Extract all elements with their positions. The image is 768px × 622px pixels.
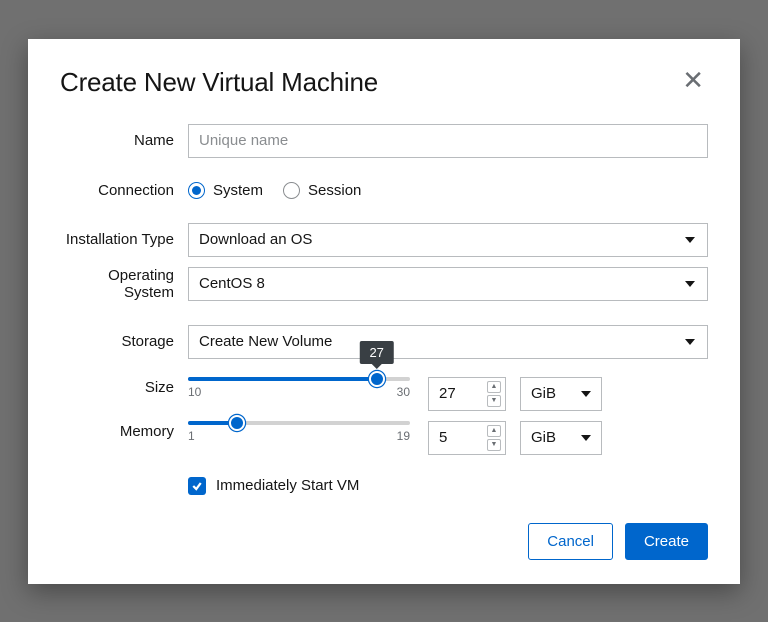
row-connection: Connection System Session <box>60 182 708 199</box>
storage-select[interactable]: Create New Volume <box>188 325 708 359</box>
os-select[interactable]: CentOS 8 <box>188 267 708 301</box>
label-memory: Memory <box>60 421 188 440</box>
chevron-down-icon <box>685 237 695 243</box>
install-type-select[interactable]: Download an OS <box>188 223 708 257</box>
memory-input-value: 5 <box>439 429 447 446</box>
row-memory: Memory 1 19 5 <box>60 421 708 455</box>
memory-slider[interactable]: 1 19 <box>188 421 410 443</box>
size-tooltip: 27 <box>359 341 393 364</box>
row-install-type: Installation Type Download an OS <box>60 223 708 257</box>
memory-unit-select[interactable]: GiB <box>520 421 602 455</box>
radio-dot-icon <box>283 182 300 199</box>
modal-footer: Cancel Create <box>60 523 708 560</box>
memory-unit-value: GiB <box>531 429 556 446</box>
slider-thumb[interactable] <box>369 371 385 387</box>
form: Name Connection System <box>60 124 708 560</box>
spin-down-icon[interactable]: ▼ <box>487 439 501 451</box>
os-value: CentOS 8 <box>199 275 265 292</box>
memory-input[interactable]: 5 ▲ ▼ <box>428 421 506 455</box>
chevron-down-icon <box>685 339 695 345</box>
radio-system-label: System <box>213 182 263 199</box>
size-unit-select[interactable]: GiB <box>520 377 602 411</box>
spin-down-icon[interactable]: ▼ <box>487 395 501 407</box>
row-size: Size 27 10 30 <box>60 377 708 411</box>
chevron-down-icon <box>685 281 695 287</box>
slider-thumb[interactable] <box>229 415 245 431</box>
immediately-start-checkbox[interactable] <box>188 477 206 495</box>
memory-min: 1 <box>188 429 195 443</box>
row-immediately-start: Immediately Start VM <box>188 477 708 495</box>
close-icon[interactable]: ✕ <box>678 65 708 95</box>
check-icon <box>191 480 203 492</box>
size-unit-value: GiB <box>531 385 556 402</box>
radio-dot-icon <box>188 182 205 199</box>
size-max: 30 <box>397 385 410 399</box>
label-size: Size <box>60 377 188 396</box>
label-os: Operating System <box>60 267 188 301</box>
spin-up-icon[interactable]: ▲ <box>487 381 501 393</box>
cancel-button[interactable]: Cancel <box>528 523 613 560</box>
spin-up-icon[interactable]: ▲ <box>487 425 501 437</box>
radio-session[interactable]: Session <box>283 182 361 199</box>
slider-fill <box>188 377 377 381</box>
memory-max: 19 <box>397 429 410 443</box>
label-connection: Connection <box>60 182 188 199</box>
size-input-value: 27 <box>439 385 456 402</box>
row-name: Name <box>60 124 708 158</box>
name-input[interactable] <box>188 124 708 158</box>
modal-header: Create New Virtual Machine ✕ <box>60 67 708 98</box>
chevron-down-icon <box>581 435 591 441</box>
row-os: Operating System CentOS 8 <box>60 267 708 301</box>
create-vm-modal: Create New Virtual Machine ✕ Name Connec… <box>28 39 740 584</box>
radio-session-label: Session <box>308 182 361 199</box>
size-min: 10 <box>188 385 201 399</box>
storage-value: Create New Volume <box>199 333 332 350</box>
label-storage: Storage <box>60 333 188 350</box>
label-install-type: Installation Type <box>60 231 188 248</box>
size-input[interactable]: 27 ▲ ▼ <box>428 377 506 411</box>
size-slider[interactable]: 27 10 30 <box>188 377 410 399</box>
radio-system[interactable]: System <box>188 182 263 199</box>
modal-overlay: Create New Virtual Machine ✕ Name Connec… <box>0 0 768 622</box>
label-name: Name <box>60 132 188 149</box>
create-button[interactable]: Create <box>625 523 708 560</box>
immediately-start-label: Immediately Start VM <box>216 477 359 494</box>
install-type-value: Download an OS <box>199 231 312 248</box>
modal-title: Create New Virtual Machine <box>60 67 378 98</box>
chevron-down-icon <box>581 391 591 397</box>
